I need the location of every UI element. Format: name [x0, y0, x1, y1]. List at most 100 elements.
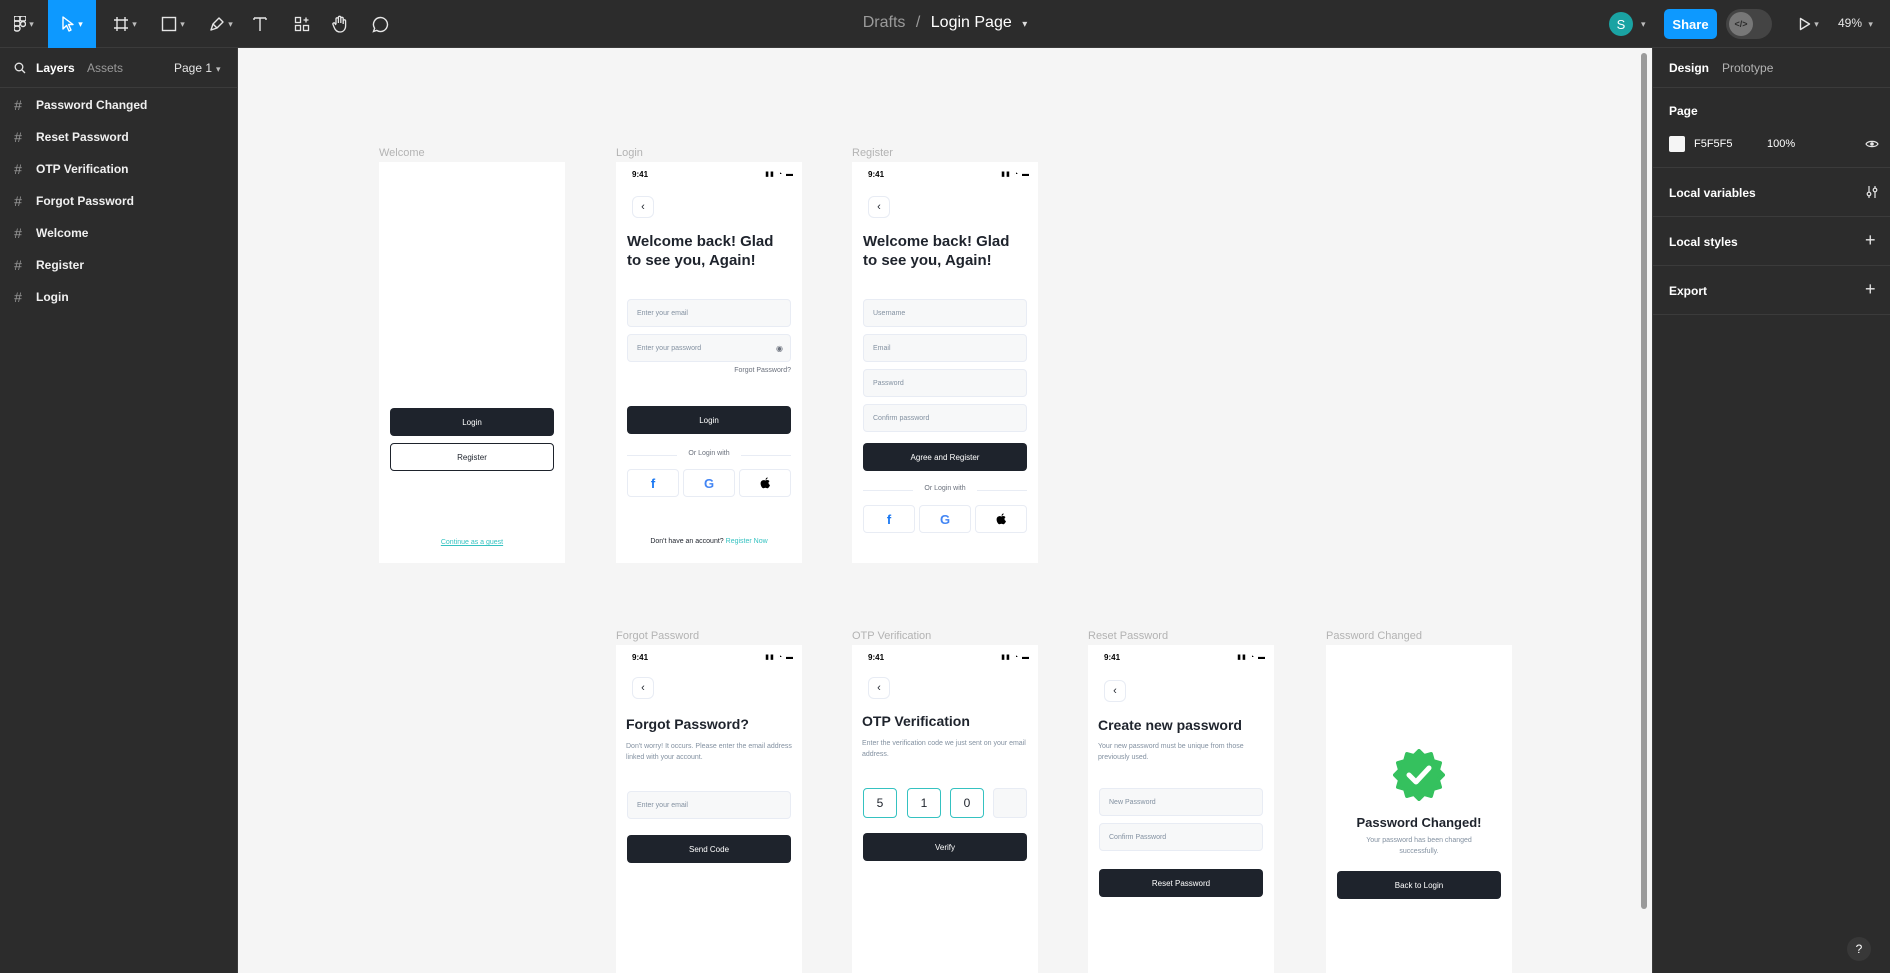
frame-icon: #: [14, 225, 22, 241]
otp-digit-input[interactable]: 1: [907, 788, 941, 818]
send-code-button[interactable]: Send Code: [627, 835, 791, 863]
page-section: Page F5F5F5 100%: [1653, 88, 1890, 168]
frame-label-welcome[interactable]: Welcome: [379, 147, 425, 159]
frame-login[interactable]: 9:41 ▮▮ ◔ ▬ ‹ Welcome back! Glad to see y…: [616, 162, 802, 563]
welcome-login-button[interactable]: Login: [390, 408, 554, 436]
frame-otp-verification[interactable]: 9:41 ▮▮ ◔ ▬ ‹ OTP Verification Enter the…: [852, 645, 1038, 973]
apple-login-button[interactable]: [975, 505, 1027, 533]
play-icon: [1800, 17, 1811, 31]
forgot-password-link[interactable]: Forgot Password?: [734, 367, 791, 374]
page-color-swatch[interactable]: [1669, 136, 1685, 152]
present-button[interactable]: ▾: [1794, 6, 1824, 42]
eye-icon[interactable]: [1865, 139, 1879, 149]
facebook-login-button[interactable]: f: [627, 469, 679, 497]
confirm-password-field[interactable]: Confirm password: [863, 404, 1027, 432]
heading-line: to see you, Again!: [627, 252, 756, 269]
facebook-login-button[interactable]: f: [863, 505, 915, 533]
register-heading: Welcome back! Glad to see you, Again!: [863, 232, 1009, 270]
apple-icon: [760, 477, 770, 489]
layer-welcome[interactable]: # Welcome: [0, 217, 237, 249]
password-field[interactable]: Enter your password ◉: [627, 334, 791, 362]
breadcrumb: Drafts / Login Page ▾: [0, 14, 1890, 32]
layer-label: Register: [36, 258, 85, 272]
plus-icon[interactable]: +: [1865, 279, 1876, 300]
forgot-password-subtitle: Don't worry! It occurs. Please enter the…: [626, 743, 792, 761]
email-field[interactable]: Enter your email: [627, 299, 791, 327]
search-icon[interactable]: [14, 62, 26, 74]
export-section[interactable]: Export +: [1653, 266, 1890, 315]
back-to-login-button[interactable]: Back to Login: [1337, 871, 1501, 899]
back-button[interactable]: ‹: [632, 677, 654, 699]
frame-label-register[interactable]: Register: [852, 147, 893, 159]
design-canvas[interactable]: Welcome Login Register Continue as a gue…: [238, 48, 1652, 973]
otp-digit-input[interactable]: 0: [950, 788, 984, 818]
layer-register[interactable]: # Register: [0, 249, 237, 281]
frame-label-reset-password[interactable]: Reset Password: [1088, 630, 1168, 642]
agree-and-register-button[interactable]: Agree and Register: [863, 443, 1027, 471]
google-login-button[interactable]: G: [919, 505, 971, 533]
frame-reset-password[interactable]: 9:41 ▮▮ ◔ ▬ ‹ Create new password Your n…: [1088, 645, 1274, 973]
variables-adjust-icon[interactable]: [1865, 185, 1879, 199]
eye-icon[interactable]: ◉: [776, 344, 783, 353]
page-color-value[interactable]: F5F5F5: [1694, 138, 1733, 150]
layer-otp-verification[interactable]: # OTP Verification: [0, 153, 237, 185]
new-password-field[interactable]: New Password: [1099, 788, 1263, 816]
layer-forgot-password[interactable]: # Forgot Password: [0, 185, 237, 217]
layer-reset-password[interactable]: # Reset Password: [0, 121, 237, 153]
layer-label: OTP Verification: [36, 162, 129, 176]
page-selector[interactable]: Page 1 ▾: [174, 61, 221, 75]
dev-mode-toggle[interactable]: </>: [1726, 9, 1772, 39]
otp-digit-input[interactable]: 5: [863, 788, 897, 818]
share-button[interactable]: Share: [1664, 9, 1717, 39]
login-button[interactable]: Login: [627, 406, 791, 434]
frame-welcome[interactable]: Login Register Continue as a guest: [379, 162, 565, 563]
layer-login[interactable]: # Login: [0, 281, 237, 313]
local-styles-section[interactable]: Local styles +: [1653, 217, 1890, 266]
tab-design[interactable]: Design: [1669, 61, 1709, 75]
otp-digit-input[interactable]: [993, 788, 1027, 818]
plus-icon[interactable]: +: [1865, 230, 1876, 251]
reset-password-button[interactable]: Reset Password: [1099, 869, 1263, 897]
zoom-level-dropdown[interactable]: 49% ▾: [1838, 16, 1873, 30]
confirm-password-field[interactable]: Confirm Password: [1099, 823, 1263, 851]
tab-prototype[interactable]: Prototype: [1722, 61, 1773, 75]
local-variables-section[interactable]: Local variables: [1653, 168, 1890, 217]
email-field[interactable]: Enter your email: [627, 791, 791, 819]
verify-button[interactable]: Verify: [863, 833, 1027, 861]
frame-register[interactable]: 9:41 ▮▮ ◔ ▬ ‹ Welcome back! Glad to see y…: [852, 162, 1038, 563]
back-button[interactable]: ‹: [632, 196, 654, 218]
continue-as-guest-link[interactable]: Continue as a guest: [379, 539, 565, 546]
chevron-down-icon[interactable]: ▾: [1022, 19, 1027, 30]
status-icons: ▮▮ ◔ ▬: [1001, 654, 1030, 661]
file-name[interactable]: Login Page: [931, 14, 1012, 31]
google-login-button[interactable]: G: [683, 469, 735, 497]
apple-login-button[interactable]: [739, 469, 791, 497]
password-field[interactable]: Password: [863, 369, 1027, 397]
register-now-link[interactable]: Register Now: [726, 538, 768, 545]
username-field[interactable]: Username: [863, 299, 1027, 327]
frame-label-forgot-password[interactable]: Forgot Password: [616, 630, 699, 642]
back-button[interactable]: ‹: [1104, 680, 1126, 702]
status-time: 9:41: [868, 653, 885, 662]
email-field[interactable]: Email: [863, 334, 1027, 362]
user-menu[interactable]: S ▾: [1609, 12, 1655, 36]
help-button[interactable]: ?: [1847, 937, 1871, 961]
status-icons: ▮▮ ◔ ▬: [765, 654, 794, 661]
frame-label-login[interactable]: Login: [616, 147, 643, 159]
page-opacity-value[interactable]: 100%: [1767, 138, 1795, 150]
tab-layers[interactable]: Layers: [36, 61, 75, 75]
back-button[interactable]: ‹: [868, 196, 890, 218]
layer-label: Welcome: [36, 226, 89, 240]
breadcrumb-drafts-link[interactable]: Drafts: [863, 14, 906, 31]
frame-forgot-password[interactable]: 9:41 ▮▮ ◔ ▬ ‹ Forgot Password? Don't wor…: [616, 645, 802, 973]
frame-password-changed[interactable]: Password Changed! Your password has been…: [1326, 645, 1512, 973]
back-button[interactable]: ‹: [868, 677, 890, 699]
tab-assets[interactable]: Assets: [87, 61, 123, 75]
frame-label-otp-verification[interactable]: OTP Verification: [852, 630, 931, 642]
layer-password-changed[interactable]: # Password Changed: [0, 89, 237, 121]
frame-label-password-changed[interactable]: Password Changed: [1326, 630, 1422, 642]
welcome-register-button[interactable]: Register: [390, 443, 554, 471]
layer-label: Reset Password: [36, 130, 129, 144]
canvas-scrollbar[interactable]: [1641, 53, 1647, 909]
apple-icon: [996, 513, 1006, 525]
